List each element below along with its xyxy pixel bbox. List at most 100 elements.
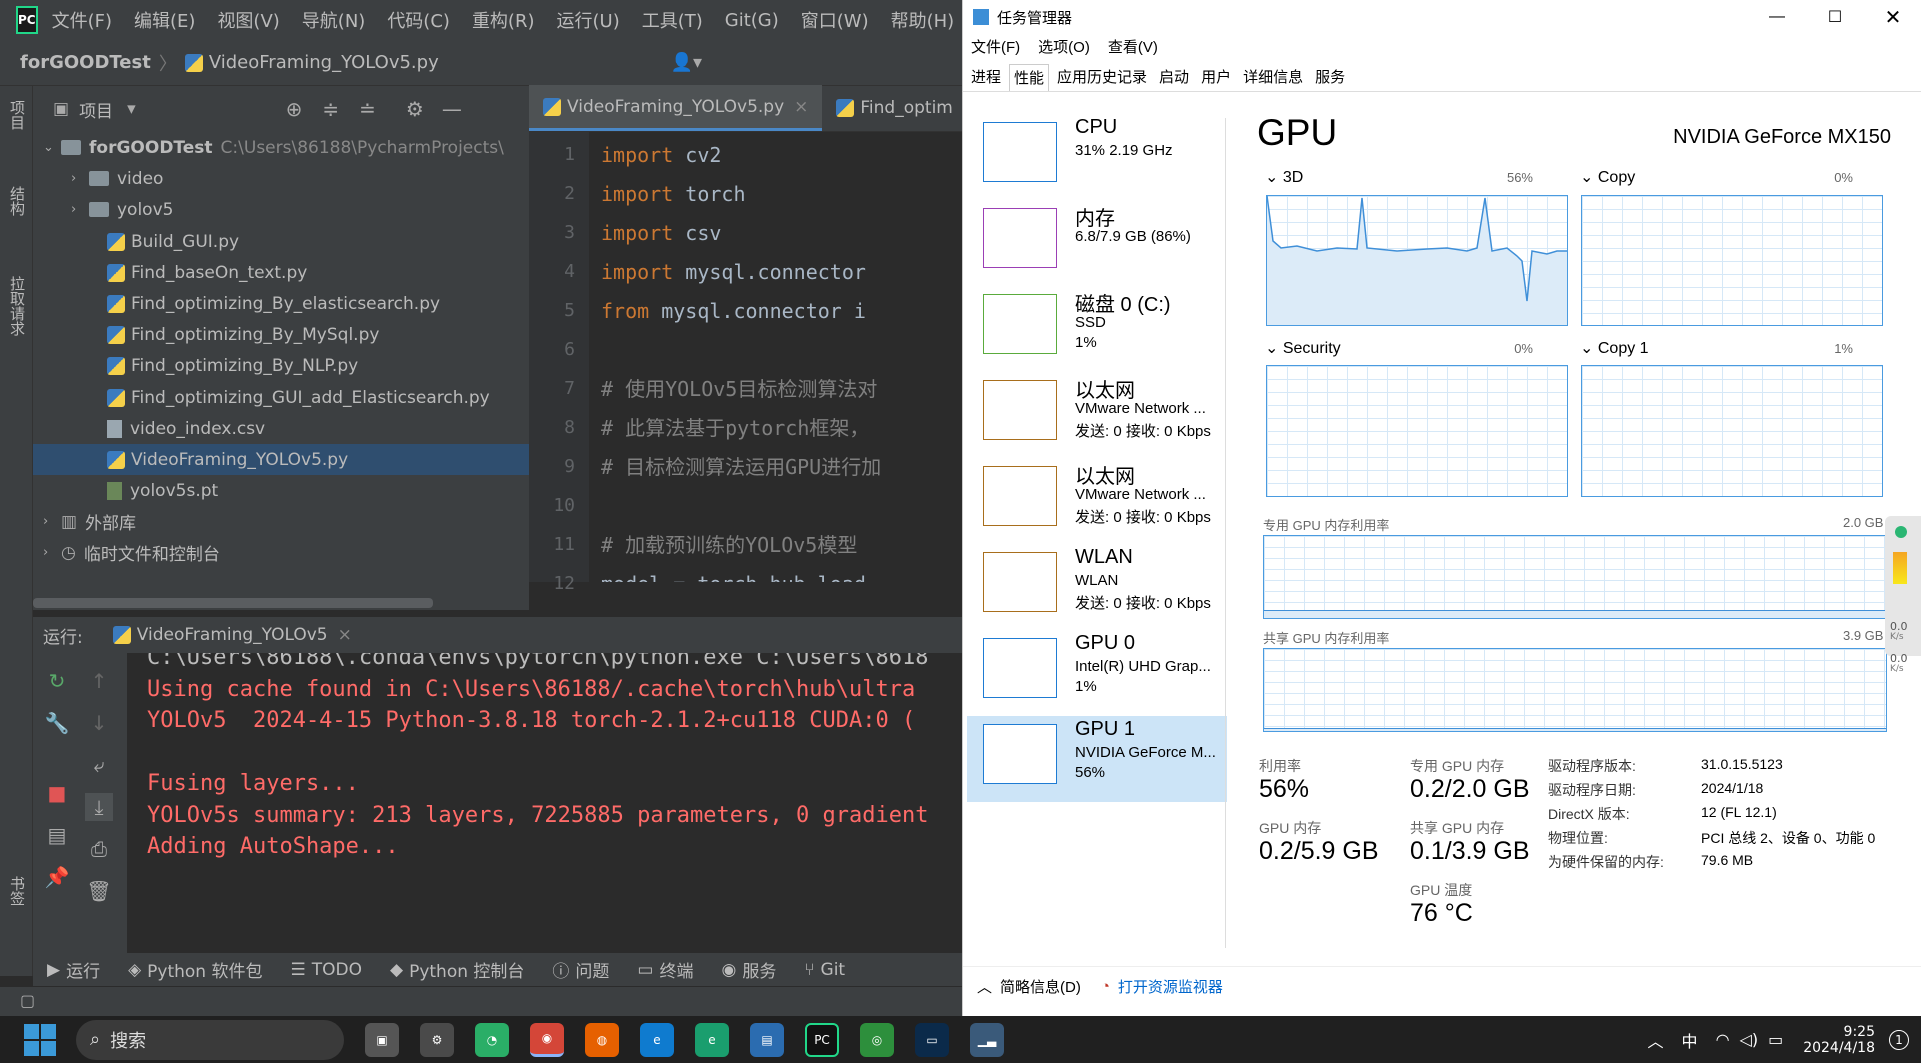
chevron-up-icon[interactable]: ︿	[1648, 1028, 1664, 1052]
perf-item[interactable]: GPU 1 NVIDIA GeForce M... 56%	[967, 716, 1227, 802]
mysql-icon[interactable]: ▭	[915, 1022, 949, 1057]
ime-indicator[interactable]: 中	[1682, 1028, 1698, 1052]
menu-edit[interactable]: 编辑(E)	[134, 7, 195, 33]
tool-terminal[interactable]: ▭ 终端	[637, 957, 693, 983]
perf-item[interactable]: GPU 0 Intel(R) UHD Grap... 1%	[967, 630, 1227, 716]
menu-run[interactable]: 运行(U)	[557, 7, 620, 33]
rerun-icon[interactable]: ↻	[43, 667, 71, 695]
user-dropdown-icon[interactable]: 👤▾	[671, 52, 702, 73]
engine-label-security[interactable]: ⌄ Security	[1265, 338, 1341, 358]
tab-users[interactable]: 用户	[1197, 64, 1235, 91]
trash-icon[interactable]: 🗑	[85, 877, 113, 905]
battery-icon[interactable]: ▭	[1768, 1030, 1783, 1049]
up-icon[interactable]: ↑	[85, 667, 113, 695]
tab-processes[interactable]: 进程	[967, 64, 1005, 91]
tool-bookmarks[interactable]: 书签	[7, 876, 28, 906]
chevron-right-icon[interactable]: ›	[71, 202, 89, 217]
tree-file[interactable]: Find_optimizing_By_MySql.py	[33, 319, 529, 350]
horizontal-scrollbar[interactable]	[33, 598, 433, 608]
close-icon[interactable]: ×	[338, 625, 352, 645]
firefox-icon[interactable]: ◍	[585, 1022, 619, 1057]
tool-run[interactable]: ▶ 运行	[47, 957, 100, 983]
project-panel-title[interactable]: 项目	[79, 97, 113, 122]
tree-scratches[interactable]: › ◷ 临时文件和控制台	[33, 537, 529, 568]
pin-icon[interactable]: 📌	[43, 863, 71, 891]
menu-file[interactable]: 文件(F)	[52, 7, 112, 33]
pycharm-logo-icon[interactable]: PC	[16, 6, 38, 34]
hide-icon[interactable]: —	[442, 97, 462, 121]
tool-git[interactable]: ⑂ Git	[804, 960, 845, 980]
collapse-all-icon[interactable]: ≐	[359, 97, 376, 121]
tool-python-console[interactable]: ◆ Python 控制台	[390, 957, 524, 983]
print-icon[interactable]: ⎙	[85, 835, 113, 863]
edge-dev-icon[interactable]: e	[695, 1022, 729, 1057]
tool-project[interactable]: 项目	[7, 100, 28, 130]
clock[interactable]: 9:25 2024/4/18	[1803, 1024, 1875, 1056]
perf-item[interactable]: 以太网 VMware Network ... 发送: 0 接收: 0 Kbps	[967, 372, 1227, 458]
menu-options[interactable]: 选项(O)	[1038, 36, 1090, 57]
tool-pull-requests[interactable]: 拉取请求	[7, 276, 28, 336]
maximize-icon[interactable]: ☐	[1806, 7, 1864, 27]
tree-file[interactable]: Find_optimizing_GUI_add_Elasticsearch.py	[33, 382, 529, 413]
notepad-icon[interactable]: ▤	[750, 1022, 784, 1057]
floating-net-widget[interactable]: 0.0 K/s 0.0 K/s	[1885, 516, 1921, 674]
minimize-icon[interactable]: —	[1748, 8, 1806, 26]
open-resource-monitor-link[interactable]: 打开资源监视器	[1118, 976, 1223, 997]
chevron-up-icon[interactable]: ︿	[977, 976, 992, 997]
tab-performance[interactable]: 性能	[1009, 64, 1050, 91]
perf-item[interactable]: 内存 6.8/7.9 GB (86%)	[967, 200, 1227, 286]
run-console[interactable]: C:\Users\86188\.conda\envs\pytorch\pytho…	[127, 653, 962, 953]
task-view-icon[interactable]: ▣	[365, 1022, 399, 1057]
perf-item[interactable]: WLAN WLAN 发送: 0 接收: 0 Kbps	[967, 544, 1227, 630]
menu-file[interactable]: 文件(F)	[971, 36, 1020, 57]
chrome-icon[interactable]: ◉	[530, 1022, 564, 1057]
tool-services[interactable]: ◉ 服务	[721, 957, 776, 983]
close-icon[interactable]: ✕	[1864, 5, 1921, 30]
taskbar-search[interactable]: ⌕ 搜索	[76, 1019, 344, 1060]
tree-root[interactable]: ⌄ forGOODTest C:\Users\86188\PycharmProj…	[33, 132, 529, 163]
code-editor[interactable]: import cv2 import torch import csv import m…	[589, 132, 962, 582]
task-manager-taskbar-icon[interactable]: ▁▃	[970, 1022, 1004, 1057]
perf-item[interactable]: 以太网 VMware Network ... 发送: 0 接收: 0 Kbps	[967, 458, 1227, 544]
tab-details[interactable]: 详细信息	[1239, 64, 1307, 91]
chevron-down-icon[interactable]: ▾	[127, 99, 136, 119]
tool-problems[interactable]: ⓘ 问题	[552, 957, 609, 982]
breadcrumb-project[interactable]: forGOODTest	[20, 52, 151, 73]
scroll-to-end-icon[interactable]: ⤓	[85, 793, 113, 821]
menu-git[interactable]: Git(G)	[725, 10, 779, 31]
soft-wrap-icon[interactable]: ⤶	[85, 751, 113, 779]
editor-tab[interactable]: Find_optim	[822, 85, 966, 131]
layout-toggle-icon[interactable]: ▢	[20, 991, 35, 1010]
perf-item[interactable]: 磁盘 0 (C:) SSD 1%	[967, 286, 1227, 372]
stop-icon[interactable]: ■	[43, 779, 71, 807]
brief-details-button[interactable]: 简略信息(D)	[1000, 976, 1081, 997]
tree-file[interactable]: Build_GUI.py	[33, 226, 529, 257]
tree-file[interactable]: Find_optimizing_By_NLP.py	[33, 350, 529, 381]
down-icon[interactable]: ↓	[85, 709, 113, 737]
start-button[interactable]	[24, 1023, 56, 1056]
breadcrumb-file[interactable]: VideoFraming_YOLOv5.py	[209, 52, 439, 73]
chevron-right-icon[interactable]: ›	[43, 514, 61, 529]
expand-all-icon[interactable]: ≑	[322, 97, 339, 121]
volume-icon[interactable]: ◁)	[1740, 1030, 1759, 1049]
tool-todo[interactable]: ☰ TODO	[291, 960, 363, 980]
tool-structure[interactable]: 结构	[7, 186, 28, 216]
tree-folder-yolov5[interactable]: › yolov5	[33, 194, 529, 225]
tree-file[interactable]: yolov5s.pt	[33, 475, 529, 506]
gear-icon[interactable]: ⚙	[406, 97, 424, 121]
pycharm-icon[interactable]: PC	[805, 1022, 839, 1057]
menu-view[interactable]: 视图(V)	[217, 7, 279, 33]
editor-tab-active[interactable]: VideoFraming_YOLOv5.py ×	[529, 85, 823, 131]
wifi-icon[interactable]: ◠	[1716, 1030, 1730, 1049]
engine-label-copy1[interactable]: ⌄ Copy 1	[1580, 338, 1649, 358]
chevron-down-icon[interactable]: ⌄	[43, 140, 61, 155]
menu-refactor[interactable]: 重构(R)	[472, 7, 535, 33]
menu-navigate[interactable]: 导航(N)	[302, 7, 366, 33]
tree-folder-video[interactable]: › video	[33, 163, 529, 194]
locate-icon[interactable]: ⊕	[286, 97, 303, 121]
tab-services[interactable]: 服务	[1311, 64, 1349, 91]
tool-python-packages[interactable]: ◈ Python 软件包	[128, 957, 262, 983]
menu-code[interactable]: 代码(C)	[387, 7, 450, 33]
notification-badge[interactable]: 1	[1889, 1029, 1909, 1050]
chevron-right-icon[interactable]: ›	[43, 545, 61, 560]
